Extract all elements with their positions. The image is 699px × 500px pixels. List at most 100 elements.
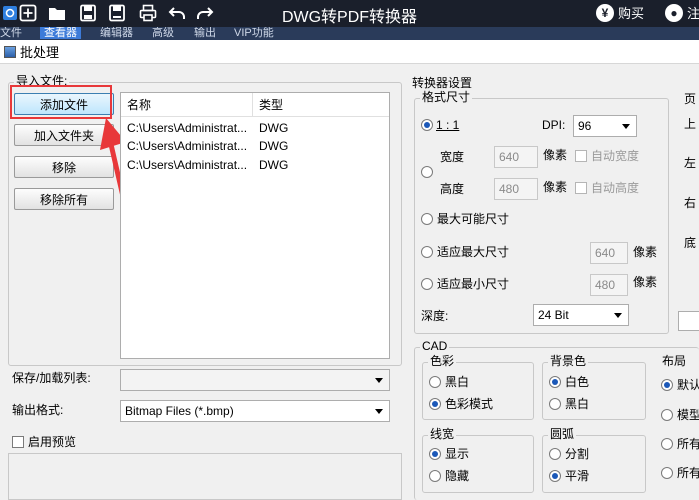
output-format-label: 输出格式: xyxy=(12,403,64,417)
line-width-group xyxy=(422,435,534,493)
menu-output[interactable]: 输出 xyxy=(194,27,216,39)
format-size-label: 格式尺寸 xyxy=(420,90,473,104)
add-icon[interactable] xyxy=(17,3,39,23)
line-hide-radio[interactable] xyxy=(429,470,441,482)
register-button[interactable]: ● 注 xyxy=(665,3,699,22)
height-input[interactable]: 480 xyxy=(494,178,538,200)
color-bw-label: 黑白 xyxy=(445,375,470,389)
enable-preview-label: 启用预览 xyxy=(28,435,77,449)
file-type: DWG xyxy=(259,139,289,153)
dpi-select[interactable]: 96 xyxy=(573,115,637,137)
fit-max-label: 适应最大尺寸 xyxy=(437,245,510,259)
app-toolbar: DWG转PDF转换器 ¥ 购买 ● 注 xyxy=(0,0,699,27)
max-possible-label: 最大可能尺寸 xyxy=(437,212,510,226)
file-name: C:\Users\Administrat... xyxy=(127,121,248,135)
layout-all2-radio[interactable] xyxy=(661,467,673,479)
color-group xyxy=(422,362,534,420)
table-row[interactable]: C:\Users\Administrat... DWG xyxy=(121,136,389,156)
line-show-label: 显示 xyxy=(445,447,470,461)
width-label: 宽度 xyxy=(440,150,465,164)
chevron-down-icon xyxy=(375,378,383,383)
bg-white-radio[interactable] xyxy=(549,376,561,388)
fit-max-input[interactable]: 640 xyxy=(590,242,628,264)
yen-icon: ¥ xyxy=(596,3,614,22)
arc-group-label: 圆弧 xyxy=(548,427,577,441)
cad-group-label: CAD xyxy=(420,339,450,353)
auto-height-label: 自动高度 xyxy=(591,181,640,195)
line-width-group-label: 线宽 xyxy=(428,427,457,441)
max-possible-radio[interactable] xyxy=(421,213,433,225)
layout-all-radio[interactable] xyxy=(661,438,673,450)
menu-advanced[interactable]: 高级 xyxy=(152,27,174,39)
page-top-label: 上 xyxy=(684,117,697,131)
dpi-value: 96 xyxy=(578,119,592,133)
color-bw-radio[interactable] xyxy=(429,376,441,388)
depth-label: 深度: xyxy=(421,309,449,323)
color-group-label: 色彩 xyxy=(428,354,457,368)
bg-white-label: 白色 xyxy=(565,375,590,389)
enable-preview-checkbox[interactable] xyxy=(12,436,24,448)
custom-size-radio[interactable] xyxy=(421,166,433,178)
chevron-down-icon xyxy=(614,313,622,318)
fit-min-label: 适应最小尺寸 xyxy=(437,277,510,291)
user-icon: ● xyxy=(665,3,683,22)
width-px-label: 像素 xyxy=(543,148,568,162)
fit-max-px-label: 像素 xyxy=(633,245,658,259)
page-left-label: 左 xyxy=(684,156,697,170)
file-list[interactable]: 名称 类型 C:\Users\Administrat... DWG C:\Use… xyxy=(120,92,390,359)
save-as-icon[interactable] xyxy=(106,3,128,23)
output-format-value: Bitmap Files (*.bmp) xyxy=(125,404,234,418)
auto-height-checkbox[interactable] xyxy=(575,182,587,194)
batch-icon xyxy=(4,45,16,58)
layout-model-radio[interactable] xyxy=(661,409,673,421)
fit-min-input[interactable]: 480 xyxy=(590,274,628,296)
bg-bw-radio[interactable] xyxy=(549,398,561,410)
file-type: DWG xyxy=(259,121,289,135)
menu-viewer[interactable]: 查看器 xyxy=(40,27,81,39)
table-row[interactable]: C:\Users\Administrat... DWG xyxy=(121,118,389,138)
layout-all2-label: 所有 xyxy=(677,466,699,480)
preview-pane xyxy=(8,453,402,500)
auto-width-checkbox[interactable] xyxy=(575,150,587,162)
layout-group-label: 布局 xyxy=(660,354,689,368)
layout-default-label: 默认 xyxy=(677,378,699,392)
layout-all-label: 所有 xyxy=(677,437,699,451)
arc-smooth-label: 平滑 xyxy=(565,469,590,483)
undo-icon[interactable] xyxy=(166,3,188,23)
ratio-label: 1 : 1 xyxy=(436,118,460,132)
menu-file[interactable]: 文件 xyxy=(0,27,22,39)
background-group xyxy=(542,362,646,420)
line-hide-label: 隐藏 xyxy=(445,469,470,483)
table-row[interactable]: C:\Users\Administrat... DWG xyxy=(121,155,389,175)
column-type[interactable]: 类型 xyxy=(253,93,283,117)
width-input[interactable]: 640 xyxy=(494,146,538,168)
page-apply-button[interactable] xyxy=(678,311,699,331)
arc-smooth-radio[interactable] xyxy=(549,470,561,482)
save-load-label: 保存/加载列表: xyxy=(12,371,91,385)
column-name[interactable]: 名称 xyxy=(121,93,253,117)
page-right-label: 右 xyxy=(684,196,697,210)
arc-group xyxy=(542,435,646,493)
save-icon[interactable] xyxy=(77,3,99,23)
save-load-select[interactable] xyxy=(120,369,390,391)
menu-editor[interactable]: 编辑器 xyxy=(100,27,133,39)
print-icon[interactable] xyxy=(137,3,159,23)
ratio-radio[interactable] xyxy=(421,119,433,131)
dialog-title-bar: 批处理 xyxy=(0,40,699,64)
output-format-select[interactable]: Bitmap Files (*.bmp) xyxy=(120,400,390,422)
arc-split-radio[interactable] xyxy=(549,448,561,460)
menu-vip[interactable]: VIP功能 xyxy=(234,27,274,39)
color-mode-label: 色彩模式 xyxy=(445,397,494,411)
fit-min-px-label: 像素 xyxy=(633,275,658,289)
fit-min-radio[interactable] xyxy=(421,278,433,290)
layout-default-radio[interactable] xyxy=(661,379,673,391)
depth-select[interactable]: 24 Bit xyxy=(533,304,629,326)
buy-button[interactable]: ¥ 购买 xyxy=(596,3,644,22)
dpi-label: DPI: xyxy=(542,118,566,132)
register-label: 注 xyxy=(687,6,699,21)
fit-max-radio[interactable] xyxy=(421,246,433,258)
color-mode-radio[interactable] xyxy=(429,398,441,410)
redo-icon[interactable] xyxy=(194,3,216,23)
open-folder-icon[interactable] xyxy=(46,3,68,23)
line-show-radio[interactable] xyxy=(429,448,441,460)
